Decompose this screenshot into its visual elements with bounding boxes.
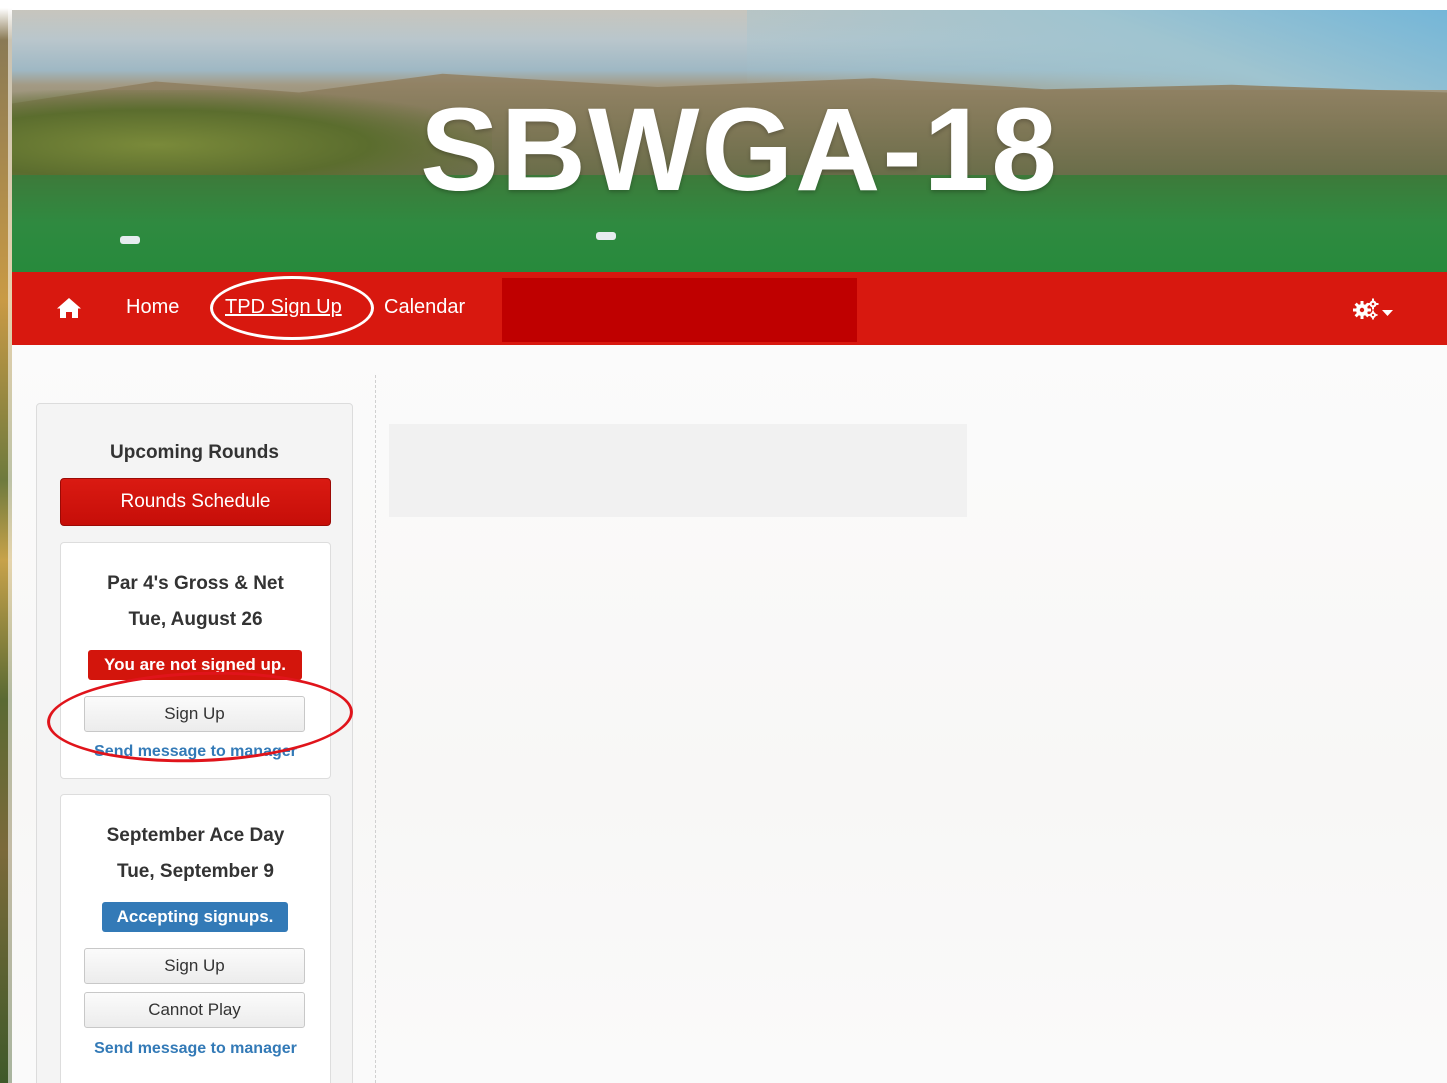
tee-marker <box>596 232 616 240</box>
status-badge: Accepting signups. <box>102 902 288 932</box>
site-title: SBWGA-18 <box>420 84 1059 216</box>
gears-dropdown-icon[interactable] <box>1352 296 1396 322</box>
site-banner: SBWGA-18 <box>12 10 1447 272</box>
send-message-link[interactable]: Send message to manager <box>61 1040 330 1058</box>
tee-marker <box>120 236 140 244</box>
round-card: September Ace Day Tue, September 9 Accep… <box>60 794 331 1083</box>
rounds-schedule-button[interactable]: Rounds Schedule <box>60 478 331 526</box>
cannot-play-button[interactable]: Cannot Play <box>84 992 305 1028</box>
panel-title: Upcoming Rounds <box>110 442 279 463</box>
sign-up-button[interactable]: Sign Up <box>84 948 305 984</box>
round-date: Tue, August 26 <box>128 609 263 630</box>
nav-calendar-link[interactable]: Calendar <box>384 296 465 319</box>
main-content-placeholder <box>389 424 967 517</box>
page-top-margin <box>0 0 1447 10</box>
background-photo-edge <box>0 0 12 1083</box>
annotation-circle-nav <box>210 276 374 340</box>
redacted-nav-area <box>502 278 857 342</box>
nav-home-link[interactable]: Home <box>126 296 179 319</box>
home-icon[interactable] <box>56 297 82 319</box>
round-name: Par 4's Gross & Net <box>107 573 284 594</box>
banner-sky <box>747 10 1447 90</box>
main-navbar: Home TPD Sign Up Calendar <box>12 272 1447 345</box>
round-name: September Ace Day <box>106 825 285 846</box>
round-date: Tue, September 9 <box>117 861 274 882</box>
column-divider <box>375 375 376 1083</box>
